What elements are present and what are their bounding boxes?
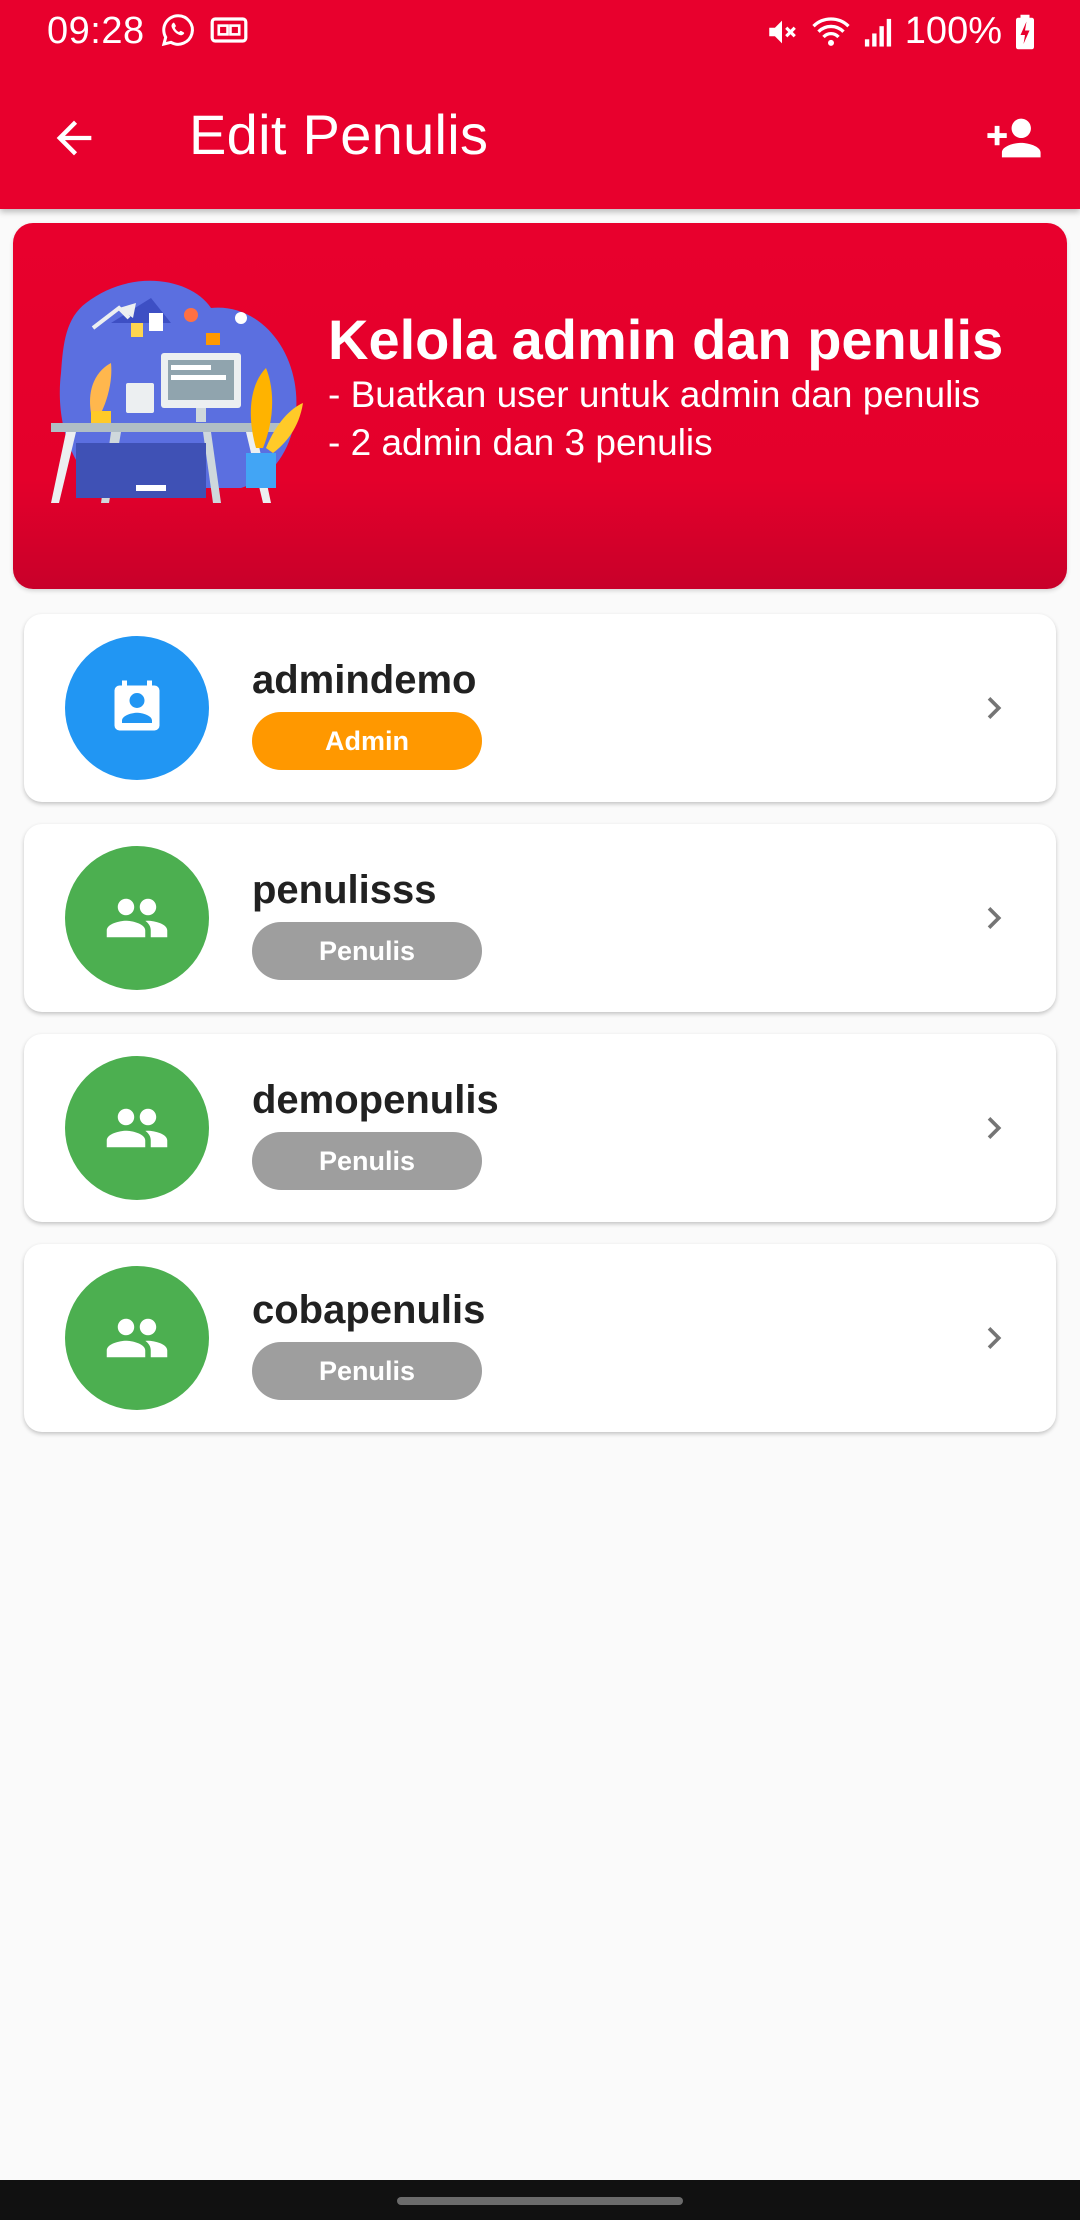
user-card-penulisss[interactable]: penulisss Penulis (24, 824, 1056, 1012)
banner-text: Kelola admin dan penulis - Buatkan user … (328, 309, 1003, 467)
user-list: admindemo Admin penulisss Penulis demope… (24, 614, 1056, 1454)
page-title: Edit Penulis (189, 103, 489, 166)
notification-icons (160, 12, 248, 52)
screen: 09:28 100% Edit Penulis Kelola admin dan… (0, 0, 1080, 2220)
user-name: penulisss (252, 868, 437, 912)
user-name: demopenulis (252, 1078, 499, 1122)
user-name: cobapenulis (252, 1288, 486, 1332)
contact-card-icon (114, 680, 160, 731)
cast-icon (210, 15, 248, 50)
info-banner: Kelola admin dan penulis - Buatkan user … (13, 223, 1067, 589)
status-bar: 09:28 100% (0, 0, 1080, 66)
top-bar: 09:28 100% Edit Penulis (0, 0, 1080, 209)
signal-icon (863, 16, 893, 48)
banner-line-1: - Buatkan user untuk admin dan penulis (328, 373, 981, 415)
chevron-right-icon (987, 1327, 1002, 1349)
group-icon (106, 1318, 168, 1358)
arrow-back-icon (56, 120, 92, 156)
avatar (65, 846, 209, 990)
user-card-admindemo[interactable]: admindemo Admin (24, 614, 1056, 802)
user-card-demopenulis[interactable]: demopenulis Penulis (24, 1034, 1056, 1222)
app-bar: Edit Penulis (0, 66, 1080, 209)
avatar (65, 1056, 209, 1200)
role-badge: Admin (252, 712, 482, 770)
person-add-icon (987, 118, 1041, 158)
role-badge: Penulis (252, 1132, 482, 1190)
user-card-cobapenulis[interactable]: cobapenulis Penulis (24, 1244, 1056, 1432)
chevron-right-icon (987, 907, 1002, 929)
avatar (65, 636, 209, 780)
group-icon (106, 898, 168, 938)
chevron-right-icon (987, 1117, 1002, 1139)
banner-title: Kelola admin dan penulis (328, 308, 1004, 371)
workspace-desk-illustration (41, 263, 321, 543)
mute-icon (765, 15, 799, 49)
battery-text: 100% (904, 10, 1002, 52)
role-badge: Penulis (252, 1342, 482, 1400)
home-gesture-handle[interactable] (397, 2197, 683, 2205)
system-navigation-bar (0, 2180, 1080, 2220)
back-button[interactable] (40, 104, 108, 172)
avatar (65, 1266, 209, 1410)
wifi-icon (811, 15, 851, 49)
add-user-button[interactable] (978, 102, 1050, 174)
system-status-icons: 100% (765, 10, 1036, 53)
whatsapp-icon (160, 12, 196, 53)
group-icon (106, 1108, 168, 1148)
user-name: admindemo (252, 658, 477, 702)
status-time: 09:28 (47, 10, 145, 52)
chevron-right-icon (987, 697, 1002, 719)
role-badge: Penulis (252, 922, 482, 980)
banner-line-2: - 2 admin dan 3 penulis (328, 421, 713, 463)
battery-charging-icon (1014, 14, 1036, 50)
